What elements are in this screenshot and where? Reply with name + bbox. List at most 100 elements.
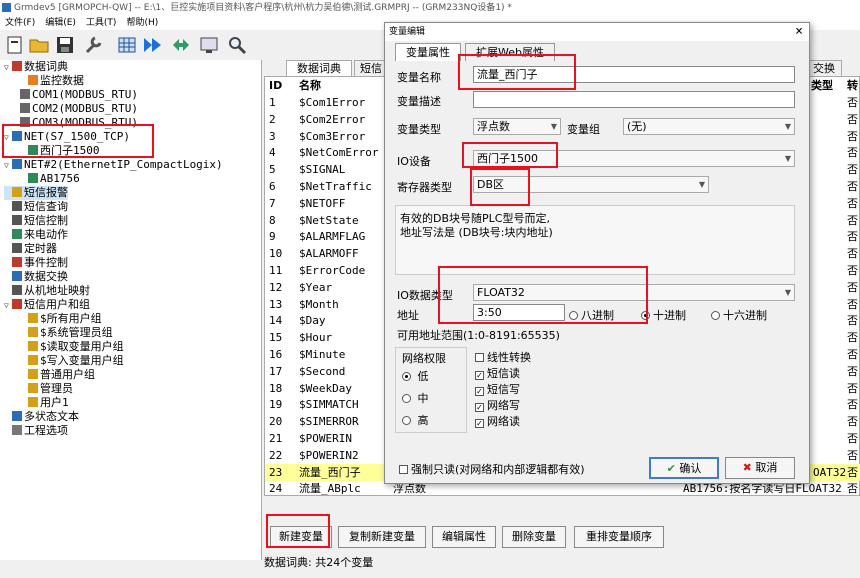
connect-icon[interactable] (170, 34, 192, 56)
tree-item[interactable]: 用户1 (20, 396, 69, 410)
tree-item[interactable]: ▽ 数据词典 (4, 60, 68, 74)
search-icon[interactable] (226, 34, 248, 56)
tab-sms[interactable]: 短信 (354, 60, 388, 76)
expand-icon[interactable]: ▽ (4, 61, 12, 75)
group-icon (28, 313, 38, 323)
tab-data-dictionary[interactable]: 数据词典 (286, 60, 352, 76)
tree-item[interactable]: 从机地址映射 (4, 284, 90, 298)
tree-item[interactable]: 普通用户组 (20, 368, 95, 382)
timer-icon (12, 243, 22, 253)
group-icon (28, 327, 38, 337)
perm-mid[interactable]: 中 (402, 390, 429, 406)
tree-item[interactable]: COM1(MODBUS_RTU) (12, 88, 138, 102)
save-icon[interactable] (54, 34, 76, 56)
checkbox-sms-read[interactable]: ✓ (475, 371, 484, 380)
chk-sms-read[interactable]: ✓ 短信读 (475, 365, 520, 381)
chk-net-read[interactable]: ✓ 网络读 (475, 413, 520, 429)
tab-exchange[interactable]: 交换 (806, 60, 842, 76)
chk-sms-write[interactable]: ✓ 短信写 (475, 381, 520, 397)
new-file-icon[interactable] (4, 34, 26, 56)
cell-conv: 否 (847, 264, 858, 277)
col-header-id[interactable]: ID (269, 77, 282, 94)
cell-conv: 否 (847, 432, 858, 445)
download-icon[interactable] (142, 34, 164, 56)
menu-tools[interactable]: 工具(T) (81, 16, 122, 30)
cell-name: $NetComError (299, 146, 379, 160)
tree-item[interactable]: COM2(MODBUS_RTU) (12, 102, 138, 116)
tree-item-label: $系统管理员组 (40, 326, 113, 339)
tree-item[interactable]: 工程选项 (4, 424, 68, 438)
type-select[interactable]: 浮点数 ▼ (473, 118, 561, 135)
tree-item[interactable]: 来电动作 (4, 228, 68, 242)
status-bar: 数据词典: 共24个变量 (264, 556, 374, 569)
tree-item[interactable]: 数据交换 (4, 270, 68, 284)
open-folder-icon[interactable] (28, 34, 50, 56)
monitor-icon[interactable] (198, 34, 220, 56)
delete-variable-button[interactable]: 删除变量 (502, 526, 566, 548)
highlight-new-button (266, 514, 330, 548)
cell-id: 22 (269, 448, 283, 462)
reorder-variables-button[interactable]: 重排变量顺序 (574, 526, 664, 548)
cell-conv: 否 (847, 112, 858, 126)
radix-decimal-label: 十进制 (653, 309, 686, 322)
ok-button[interactable]: ✔ 确认 (649, 457, 719, 479)
checkbox-sms-write[interactable]: ✓ (475, 387, 484, 396)
tree-item[interactable]: 短信报警 (4, 186, 68, 200)
tree-item[interactable]: AB1756 (20, 172, 80, 186)
group-select[interactable]: (无) ▼ (623, 118, 795, 135)
tree-item[interactable]: $所有用户组 (20, 312, 102, 326)
cell-conv: 否 (847, 230, 858, 244)
com-icon (20, 89, 30, 99)
checkbox-net-write[interactable]: ✓ (475, 403, 484, 412)
desc-input[interactable] (473, 91, 795, 108)
radio-hex[interactable] (711, 311, 720, 320)
tree-item[interactable]: 短信查询 (4, 200, 68, 214)
chk-linear[interactable]: 线性转换 (475, 349, 531, 365)
chk-net-write[interactable]: ✓ 网络写 (475, 397, 520, 413)
tree-item[interactable]: 短信控制 (4, 214, 68, 228)
perm-high[interactable]: 高 (402, 412, 429, 428)
tree-item[interactable]: $写入变量用户组 (20, 354, 124, 368)
close-icon[interactable]: × (795, 24, 803, 40)
checkbox-net-read[interactable]: ✓ (475, 419, 484, 428)
cell-conv: 否 (847, 448, 858, 462)
menu-file[interactable]: 文件(F) (0, 16, 40, 30)
force-readonly[interactable]: 强制只读(对网络和内部逻辑都有效) (399, 461, 585, 477)
tree-item[interactable]: 管理员 (20, 382, 73, 396)
user-icon (28, 397, 38, 407)
tree-item[interactable]: $读取变量用户组 (20, 340, 124, 354)
radio-perm-mid[interactable] (402, 394, 411, 403)
menu-help[interactable]: 帮助(H) (121, 16, 163, 30)
tools-icon[interactable] (82, 34, 104, 56)
tree-item[interactable]: 监控数据 (20, 74, 84, 88)
radio-perm-low[interactable] (402, 372, 411, 381)
hint-box: 有效的DB块号随PLC型号而定, 地址写法是 (DB块号:块内地址) (395, 205, 795, 275)
cell-name: $ALARMFLAG (299, 230, 366, 244)
col-header-type[interactable]: 类型 (811, 77, 833, 94)
expand-icon[interactable]: ▽ (4, 299, 12, 313)
tree-item[interactable]: 多状态文本 (4, 410, 79, 424)
cancel-button[interactable]: ✖ 取消 (725, 457, 795, 479)
col-header-conv[interactable]: 转 (847, 77, 858, 94)
app-icon (2, 3, 11, 12)
menu-edit[interactable]: 编辑(E) (40, 16, 81, 30)
tree-item[interactable]: 定时器 (4, 242, 57, 256)
tree-item[interactable]: ▽ 短信用户和组 (4, 298, 90, 312)
tree-item[interactable]: ▽ NET#2(EthernetIP_CompactLogix) (4, 158, 223, 172)
checkbox-force-readonly[interactable] (399, 465, 408, 474)
tree-item[interactable]: $系统管理员组 (20, 326, 113, 340)
tree-item[interactable]: 事件控制 (4, 256, 68, 270)
edit-attributes-button[interactable]: 编辑属性 (432, 526, 496, 548)
phone-icon (12, 229, 22, 239)
expand-icon[interactable]: ▽ (4, 159, 12, 173)
grid-icon[interactable] (116, 34, 138, 56)
cell-name: $Year (299, 280, 333, 294)
col-header-name[interactable]: 名称 (299, 77, 321, 94)
perm-low[interactable]: 低 (402, 368, 429, 384)
tab-variable-attributes[interactable]: 变量属性 (395, 43, 461, 61)
group-icon (28, 341, 38, 351)
radio-perm-high[interactable] (402, 416, 411, 425)
checkbox-linear[interactable] (475, 353, 484, 362)
radix-hex[interactable]: 十六进制 (711, 307, 767, 323)
copy-new-variable-button[interactable]: 复制新建变量 (338, 526, 426, 548)
